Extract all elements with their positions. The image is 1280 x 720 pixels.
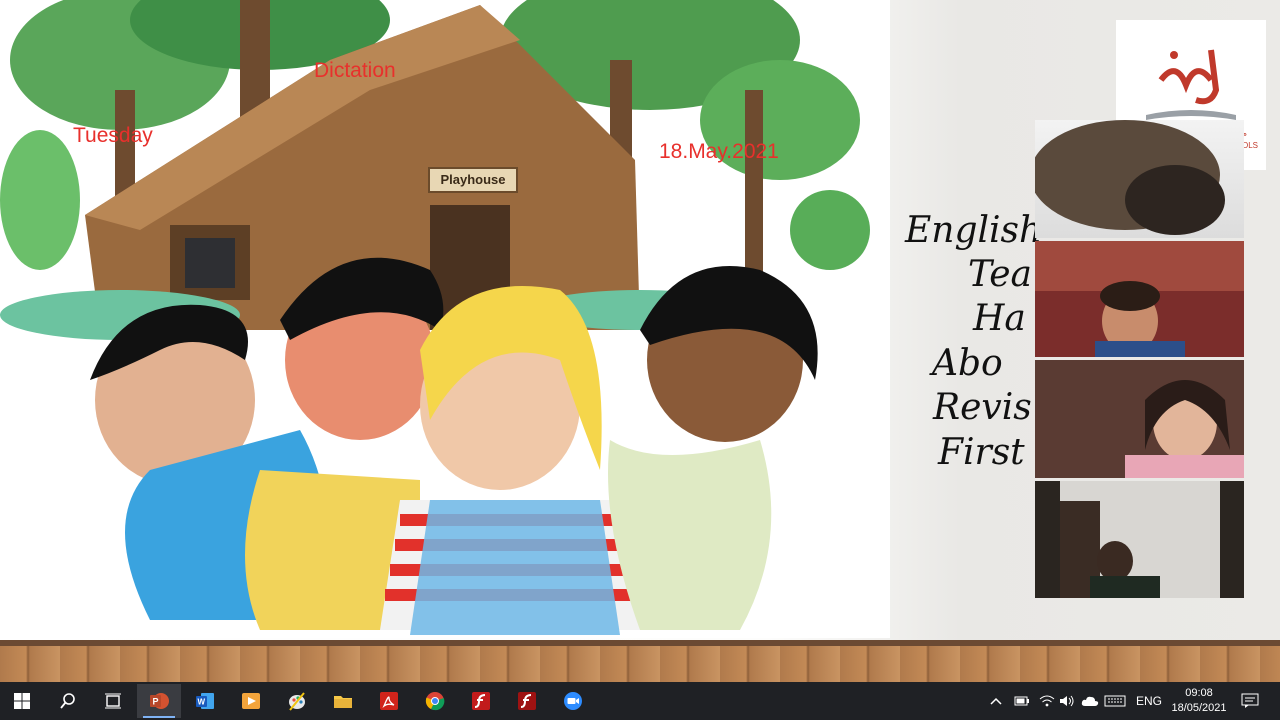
- slide-title: Dictation: [314, 59, 396, 82]
- slide-text-line: First: [938, 432, 1025, 473]
- participant-video-1[interactable]: [1035, 120, 1244, 238]
- zoom-icon: [564, 692, 582, 710]
- start-button[interactable]: [0, 684, 44, 718]
- flash-icon: [518, 692, 536, 710]
- participant-video-4[interactable]: [1035, 481, 1244, 598]
- flash-icon: [472, 692, 490, 710]
- paint-icon: [289, 692, 305, 711]
- slide-text-line: Tea: [968, 254, 1032, 295]
- word-icon: W: [196, 693, 214, 709]
- media-player-icon: [242, 693, 260, 709]
- slide-date: 18.May.2021: [659, 140, 779, 163]
- taskbar-app-flash-1[interactable]: [459, 684, 503, 718]
- touch-keyboard-button[interactable]: [1104, 682, 1126, 720]
- keyboard-icon: [1104, 695, 1126, 707]
- speaker-icon: [1060, 695, 1074, 707]
- taskbar-app-file-explorer[interactable]: [321, 684, 365, 718]
- playhouse-illustration: Playhouse Dictation Tuesday 18.May.2021: [0, 0, 890, 638]
- task-view-icon: [105, 693, 121, 709]
- webcam-feed-2: [1035, 241, 1244, 357]
- windows-icon: [14, 693, 30, 709]
- taskbar-app-flash-2[interactable]: [505, 684, 549, 718]
- chrome-icon: [425, 692, 445, 711]
- participant-video-3[interactable]: [1035, 360, 1244, 478]
- taskbar-app-acrobat[interactable]: [367, 684, 411, 718]
- taskbar-app-chrome[interactable]: [413, 684, 457, 718]
- slide-day: Tuesday: [73, 124, 153, 147]
- network-button[interactable]: [1039, 682, 1055, 720]
- chevron-up-icon: [990, 697, 1002, 705]
- slide-text-line: Ha: [973, 298, 1026, 339]
- folder-icon: [334, 696, 352, 708]
- svg-text:P: P: [153, 697, 159, 707]
- clock-time: 09:08: [1185, 687, 1213, 699]
- slide-text-line: English: [905, 210, 1043, 251]
- task-view-button[interactable]: [91, 684, 135, 718]
- taskbar-app-powerpoint[interactable]: P: [137, 684, 181, 718]
- tray-overflow-button[interactable]: [990, 682, 1002, 720]
- slide-text-line: Abo: [932, 343, 1003, 384]
- wifi-icon: [1039, 695, 1055, 707]
- onedrive-button[interactable]: [1081, 682, 1099, 720]
- search-button[interactable]: [46, 684, 90, 718]
- presentation-slide: Playhouse Dictation Tuesday 18.May.2021 …: [0, 0, 1280, 640]
- notifications-button[interactable]: [1241, 682, 1259, 720]
- clock[interactable]: 09:08 18/05/2021: [1165, 686, 1233, 716]
- participant-video-2[interactable]: [1035, 241, 1244, 357]
- cloud-icon: [1081, 696, 1099, 706]
- volume-button[interactable]: [1059, 682, 1075, 720]
- webcam-feed-3: [1035, 360, 1244, 478]
- webcam-feed-1: [1035, 120, 1225, 235]
- taskbar-app-media[interactable]: [229, 684, 273, 718]
- notification-icon: [1241, 693, 1259, 708]
- acrobat-icon: [380, 692, 398, 710]
- svg-text:W: W: [198, 698, 206, 707]
- wooden-floor-decoration: [0, 640, 1280, 682]
- illustration-svg: [0, 0, 870, 635]
- language-indicator[interactable]: ENG: [1136, 682, 1162, 720]
- taskbar-app-paint[interactable]: [275, 684, 319, 718]
- logo-side-text: م OLS: [1242, 129, 1259, 150]
- clock-date: 18/05/2021: [1171, 702, 1227, 714]
- windows-taskbar: P W ENG 09:08 18/05/2021: [0, 682, 1280, 720]
- taskbar-app-zoom[interactable]: [551, 684, 595, 718]
- battery-icon: [1014, 696, 1029, 706]
- search-icon: [60, 693, 75, 709]
- playhouse-sign: Playhouse: [428, 167, 518, 193]
- slide-text-line: Revis: [933, 387, 1032, 428]
- webcam-feed-4: [1060, 481, 1220, 598]
- powerpoint-icon: P: [150, 693, 169, 709]
- battery-button[interactable]: [1014, 682, 1030, 720]
- taskbar-app-word[interactable]: W: [183, 684, 227, 718]
